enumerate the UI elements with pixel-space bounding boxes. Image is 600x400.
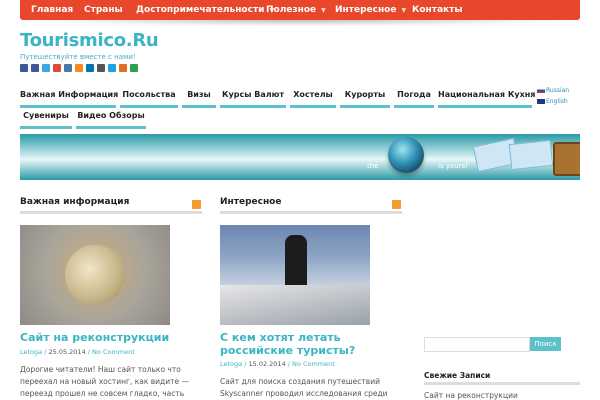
share-icon[interactable] <box>130 64 138 72</box>
skype-icon[interactable] <box>108 64 116 72</box>
post-excerpt: Сайт для поиска создания путешествий Sky… <box>220 377 388 398</box>
post-excerpt: Дорогие читатели! Наш сайт только что пе… <box>20 365 189 398</box>
uk-flag-icon <box>537 99 545 104</box>
rss-icon[interactable] <box>392 200 401 209</box>
main-nav-label: Национальная Кухня <box>438 90 536 99</box>
mail-icon[interactable] <box>97 64 105 72</box>
blogger-icon[interactable] <box>119 64 127 72</box>
recent-post-link[interactable]: Сайт на реконструкции <box>424 391 518 400</box>
language-russian[interactable]: Russian <box>537 87 569 94</box>
site-tagline: Путешествуйте вместе с нами! <box>20 53 136 61</box>
banner-text-right: is yours! <box>438 162 469 170</box>
top-nav-item-interesting[interactable]: Интересное ▼ <box>335 0 406 20</box>
google-plus-icon[interactable] <box>53 64 61 72</box>
post-meta: Letoga / 15.02.2014 / No Comment <box>220 360 335 368</box>
post-title[interactable]: Сайт на реконструкции <box>20 331 200 344</box>
main-nav-label: Курорты <box>344 90 386 99</box>
main-nav-embassies[interactable]: Посольства <box>120 85 178 108</box>
top-nav-item-countries[interactable]: Страны <box>84 0 123 20</box>
main-nav-label: Погода <box>397 90 431 99</box>
top-nav-label: Достопримечательности <box>136 5 265 15</box>
globe-image <box>388 137 424 173</box>
main-nav-label: Видео Обзоры <box>77 111 145 120</box>
main-nav-hostels[interactable]: Хостелы <box>290 85 336 108</box>
site-logo[interactable]: Tourismico.Ru <box>20 30 159 51</box>
post-comments-link[interactable]: No Comment <box>92 348 135 356</box>
main-nav-important-info[interactable]: Важная Информация <box>20 85 119 108</box>
main-nav-label: Курсы Валют <box>221 90 284 99</box>
main-nav-resorts[interactable]: Курорты <box>340 85 390 108</box>
top-nav-label: Контакты <box>412 5 463 15</box>
main-nav-souvenirs[interactable]: Сувениры <box>20 106 72 129</box>
post-date: 15.02.2014 <box>248 360 286 368</box>
post-author[interactable]: Letoga <box>20 348 42 356</box>
twitter-icon[interactable] <box>42 64 50 72</box>
linkedin-icon[interactable] <box>86 64 94 72</box>
chevron-down-icon: ▼ <box>401 7 407 14</box>
russia-flag-icon <box>537 88 545 93</box>
main-nav-label: Сувениры <box>23 111 69 120</box>
main-nav-video-reviews[interactable]: Видео Обзоры <box>76 106 146 129</box>
main-nav-label: Визы <box>187 90 211 99</box>
post-title[interactable]: С кем хотят летать российские туристы? <box>220 331 402 357</box>
top-nav-item-home[interactable]: Главная <box>31 0 73 20</box>
section-heading-interesting: Интересное <box>220 197 282 207</box>
facebook-icon[interactable] <box>31 64 39 72</box>
chevron-down-icon: ▼ <box>321 7 326 14</box>
post-date: 25.05.2014 <box>48 348 86 356</box>
banner-text-left: the <box>367 162 379 170</box>
language-label: Russian <box>546 87 570 94</box>
odnoklassniki-icon[interactable] <box>75 64 83 72</box>
header-banner: the is yours! <box>20 134 580 180</box>
section-heading-important: Важная информация <box>20 197 130 207</box>
main-nav-label: Важная Информация <box>20 90 119 99</box>
suitcase-image <box>553 142 580 176</box>
search-input[interactable] <box>424 337 530 352</box>
top-nav-label: Главная <box>31 5 74 15</box>
main-nav-label: Посольства <box>122 90 176 99</box>
section-divider <box>220 211 402 214</box>
main-nav-weather[interactable]: Погода <box>394 85 434 108</box>
section-divider <box>20 211 202 214</box>
top-nav-item-sights[interactable]: Достопримечательности ▼ <box>136 0 274 20</box>
post-author[interactable]: Letoga <box>220 360 242 368</box>
vk-icon[interactable] <box>64 64 72 72</box>
post-comments-link[interactable]: No Comment <box>292 360 335 368</box>
top-nav-label: Интересное <box>335 5 397 15</box>
search-button[interactable]: Поиск <box>530 337 561 351</box>
rss-icon[interactable] <box>192 200 201 209</box>
top-nav-label: Страны <box>84 5 123 15</box>
top-nav-item-contacts[interactable]: Контакты <box>412 0 463 20</box>
rss-icon[interactable] <box>20 64 28 72</box>
top-navigation-shadow <box>22 20 578 26</box>
globe-image <box>65 245 125 305</box>
top-nav-item-useful[interactable]: Полезное ▼ <box>266 0 326 20</box>
main-nav-exchange-rates[interactable]: Курсы Валют <box>220 85 286 108</box>
recent-posts-heading: Свежие Записи <box>424 371 491 380</box>
main-nav-label: Хостелы <box>293 90 333 99</box>
language-label: English <box>546 98 568 105</box>
sidebar-divider <box>424 382 580 385</box>
post-meta: Letoga / 25.05.2014 / No Comment <box>20 348 135 356</box>
post-thumbnail-globe[interactable] <box>20 225 170 325</box>
post-thumbnail-plane[interactable] <box>220 225 370 325</box>
main-nav-national-cuisine[interactable]: Национальная Кухня <box>438 85 536 108</box>
top-nav-label: Полезное <box>266 5 317 15</box>
plane-stairs-image <box>220 285 370 325</box>
language-english[interactable]: English <box>537 98 568 105</box>
main-nav-visas[interactable]: Визы <box>182 85 216 108</box>
plane-ticket-image <box>508 139 554 171</box>
